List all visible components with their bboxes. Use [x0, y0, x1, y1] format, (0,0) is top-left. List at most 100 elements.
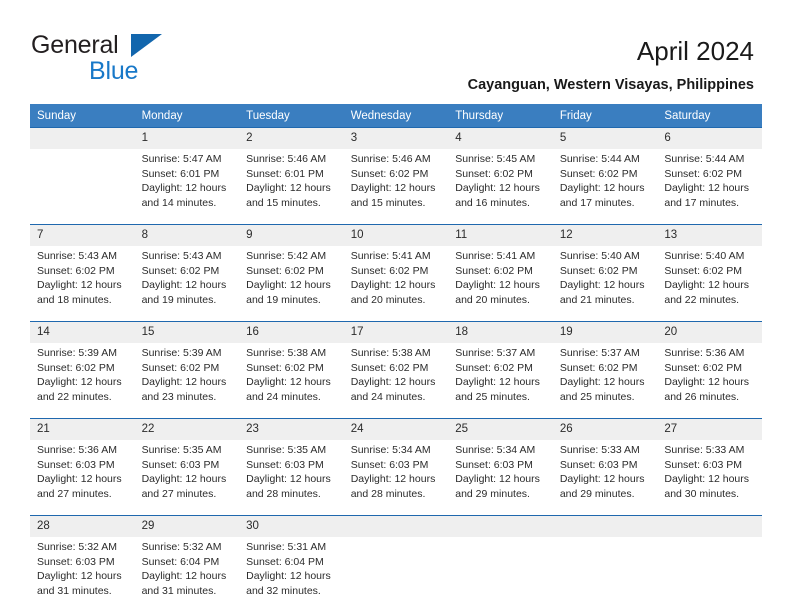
day-number[interactable]: 25	[448, 418, 553, 440]
location-subtitle: Cayanguan, Western Visayas, Philippines	[467, 77, 754, 93]
day-info-line: Sunrise: 5:31 AM	[246, 541, 327, 553]
day-number[interactable]: 30	[239, 515, 344, 537]
day-number[interactable]: 22	[134, 418, 240, 440]
day-info-line: Daylight: 12 hours	[246, 376, 331, 389]
day-info-line: Sunset: 6:02 PM	[350, 361, 429, 374]
day-number[interactable]: 20	[657, 321, 762, 343]
day-sun-info: Sunrise: 5:40 AM Sunset: 6:02 PM Daylight:…	[552, 246, 658, 322]
day-info-line: Daylight: 12 hours	[246, 473, 331, 486]
day-cell-empty	[657, 537, 762, 609]
day-number[interactable]: 18	[448, 321, 553, 343]
day-number[interactable]: 27	[657, 418, 762, 440]
day-sun-info: Sunrise: 5:47 AM Sunset: 6:01 PM Daylight:…	[134, 149, 240, 225]
day-info-line: Sunrise: 5:44 AM	[664, 153, 745, 165]
day-number[interactable]: 6	[657, 127, 762, 149]
day-info-line: Sunset: 6:02 PM	[37, 264, 115, 277]
day-info-line: and 15 minutes.	[246, 196, 321, 209]
day-info-line: Sunrise: 5:43 AM	[37, 250, 117, 262]
day-info-line: Daylight: 12 hours	[559, 279, 645, 292]
weekday-header-friday: Friday	[552, 104, 658, 128]
day-number[interactable]: 21	[30, 418, 135, 440]
day-info-line: and 25 minutes.	[455, 390, 530, 403]
day-sun-info: Sunrise: 5:46 AM Sunset: 6:01 PM Daylight:…	[239, 149, 344, 225]
day-info-line: Sunrise: 5:40 AM	[559, 250, 640, 262]
day-info-line: Daylight: 12 hours	[350, 376, 436, 389]
day-cell-empty	[343, 515, 449, 537]
day-info-line: Sunset: 6:03 PM	[350, 458, 429, 471]
day-number[interactable]: 28	[30, 515, 135, 537]
day-number[interactable]: 11	[448, 224, 553, 246]
week-detail-row: Sunrise: 5:36 AM Sunset: 6:03 PM Daylight:…	[30, 440, 762, 516]
day-number[interactable]: 16	[239, 321, 344, 343]
day-number[interactable]: 10	[343, 224, 449, 246]
day-info-line: Sunset: 6:03 PM	[559, 458, 638, 471]
week-detail-row: Sunrise: 5:39 AM Sunset: 6:02 PM Daylight:…	[30, 343, 762, 419]
weekday-header-sunday: Sunday	[30, 104, 135, 128]
day-number[interactable]: 14	[30, 321, 135, 343]
day-number[interactable]: 3	[343, 127, 449, 149]
day-info-line: and 27 minutes.	[141, 487, 217, 500]
calendar-body: 1 2 3 4 5 6 Sunrise: 5:47 AM Sunset: 6:01 PM Day…	[30, 127, 762, 609]
day-number[interactable]: 9	[239, 224, 344, 246]
day-number[interactable]: 1	[134, 127, 240, 149]
day-info-line: and 30 minutes.	[664, 487, 740, 500]
day-number[interactable]: 26	[552, 418, 658, 440]
day-cell-empty	[552, 537, 658, 609]
day-number[interactable]: 2	[239, 127, 344, 149]
day-number[interactable]: 4	[448, 127, 553, 149]
day-sun-info: Sunrise: 5:44 AM Sunset: 6:02 PM Daylight:…	[657, 149, 762, 225]
day-info-line: Sunset: 6:02 PM	[141, 361, 220, 374]
day-sun-info: Sunrise: 5:41 AM Sunset: 6:02 PM Daylight:…	[448, 246, 553, 322]
day-number[interactable]: 5	[552, 127, 658, 149]
week-daynumber-row: 21 22 23 24 25 26 27	[30, 418, 762, 440]
day-number[interactable]: 17	[343, 321, 449, 343]
day-number[interactable]: 7	[30, 224, 135, 246]
day-info-line: and 31 minutes.	[37, 584, 112, 597]
day-sun-info: Sunrise: 5:40 AM Sunset: 6:02 PM Daylight:…	[657, 246, 762, 322]
day-info-line: Sunrise: 5:46 AM	[350, 153, 431, 165]
day-info-line: and 31 minutes.	[141, 584, 217, 597]
day-sun-info: Sunrise: 5:36 AM Sunset: 6:02 PM Daylight:…	[657, 343, 762, 419]
day-info-line: and 23 minutes.	[141, 390, 217, 403]
day-number[interactable]: 23	[239, 418, 344, 440]
weekday-header-tuesday: Tuesday	[239, 104, 344, 128]
day-info-line: Daylight: 12 hours	[246, 279, 331, 292]
day-number[interactable]: 19	[552, 321, 658, 343]
day-cell-empty	[657, 515, 762, 537]
day-info-line: and 18 minutes.	[37, 293, 112, 306]
day-cell-empty	[448, 537, 553, 609]
day-info-line: and 14 minutes.	[141, 196, 217, 209]
day-cell-empty	[448, 515, 553, 537]
day-number[interactable]: 24	[343, 418, 449, 440]
day-number[interactable]: 8	[134, 224, 240, 246]
day-info-line: Daylight: 12 hours	[246, 182, 331, 195]
day-info-line: Sunrise: 5:45 AM	[455, 153, 536, 165]
day-number[interactable]: 12	[552, 224, 658, 246]
day-info-line: Sunrise: 5:32 AM	[141, 541, 222, 553]
day-info-line: Daylight: 12 hours	[559, 376, 645, 389]
day-info-line: Daylight: 12 hours	[664, 473, 750, 486]
day-info-line: Sunset: 6:04 PM	[141, 555, 220, 568]
day-number[interactable]: 13	[657, 224, 762, 246]
day-info-line: Sunrise: 5:35 AM	[246, 444, 327, 456]
day-sun-info: Sunrise: 5:44 AM Sunset: 6:02 PM Daylight:…	[552, 149, 658, 225]
calendar-table: Sunday Monday Tuesday Wednesday Thursday…	[30, 104, 762, 609]
day-sun-info: Sunrise: 5:37 AM Sunset: 6:02 PM Daylight:…	[448, 343, 553, 419]
page-header: General Blue April 2024 Cayanguan, Weste…	[0, 0, 792, 100]
day-info-line: Sunset: 6:02 PM	[455, 167, 533, 180]
day-cell-empty	[552, 515, 658, 537]
day-info-line: Sunset: 6:03 PM	[246, 458, 324, 471]
day-number[interactable]: 29	[134, 515, 240, 537]
day-info-line: Sunrise: 5:37 AM	[559, 347, 640, 359]
week-detail-row: Sunrise: 5:43 AM Sunset: 6:02 PM Daylight:…	[30, 246, 762, 322]
day-info-line: Sunset: 6:02 PM	[246, 361, 324, 374]
brand-logo[interactable]: General Blue	[31, 31, 251, 87]
day-number[interactable]: 15	[134, 321, 240, 343]
day-info-line: and 24 minutes.	[350, 390, 426, 403]
day-info-line: Daylight: 12 hours	[37, 279, 122, 292]
day-sun-info: Sunrise: 5:42 AM Sunset: 6:02 PM Daylight:…	[239, 246, 344, 322]
weekday-header-saturday: Saturday	[657, 104, 762, 128]
week-daynumber-row: 123456	[30, 127, 762, 149]
day-info-line: and 16 minutes.	[455, 196, 530, 209]
day-info-line: Sunset: 6:02 PM	[350, 264, 429, 277]
